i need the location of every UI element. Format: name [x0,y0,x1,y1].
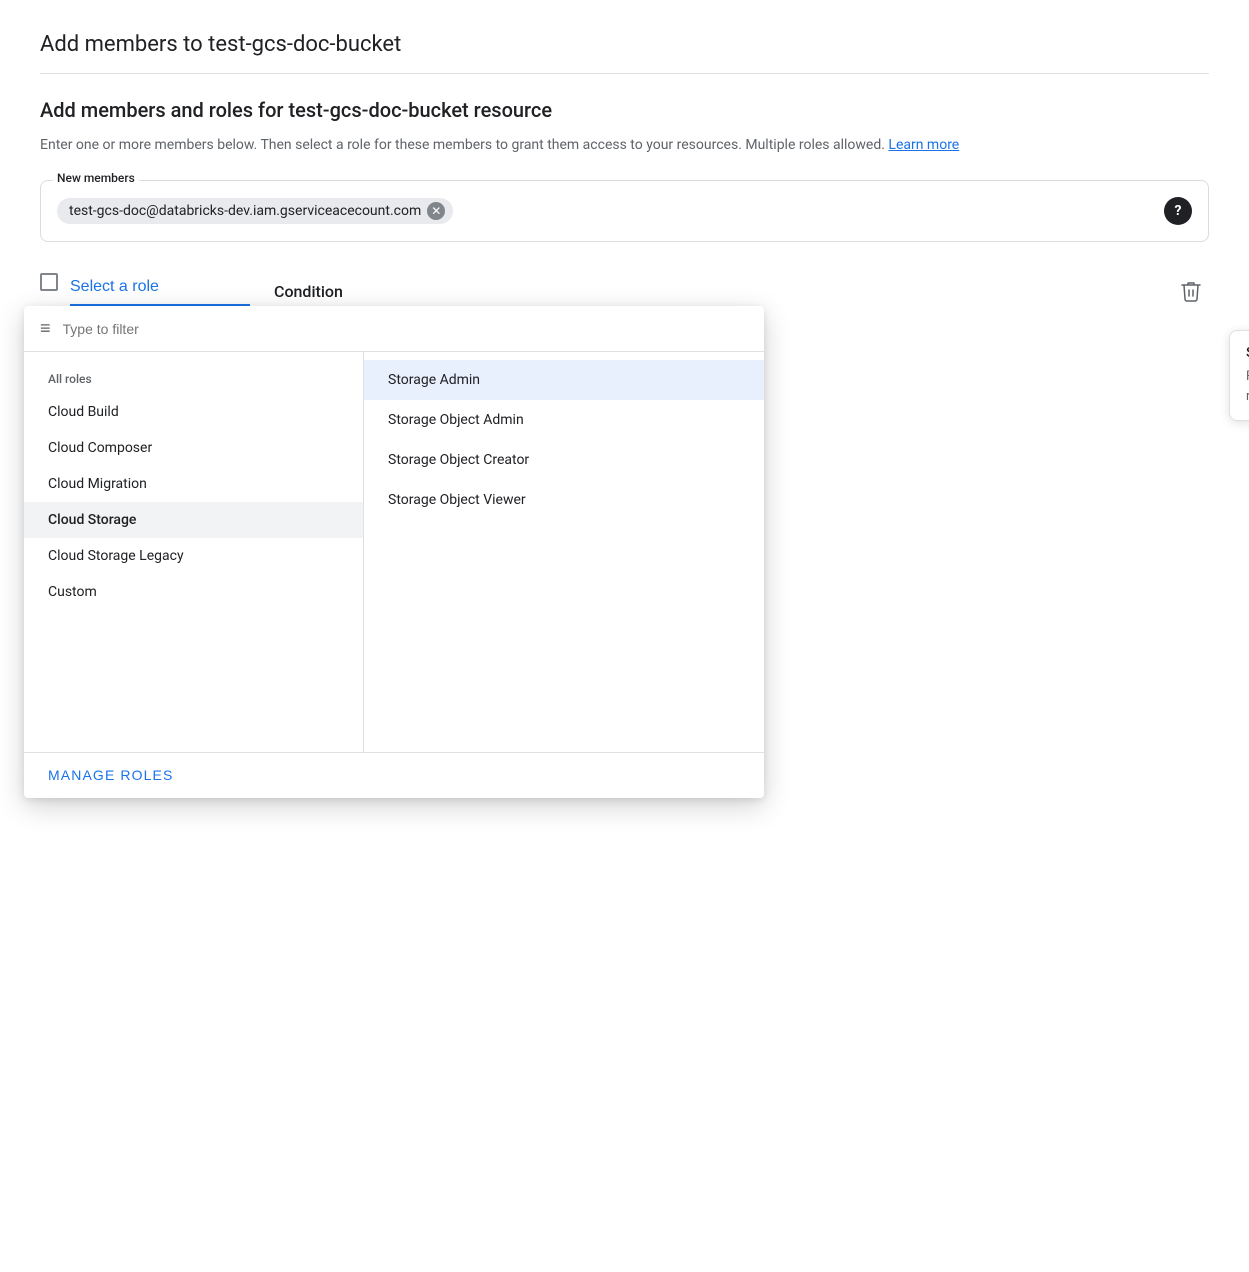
members-label: New members [53,171,139,185]
members-input-row: test-gcs-doc@databricks-dev.iam.gservice… [57,197,1192,225]
member-chip: test-gcs-doc@databricks-dev.iam.gservice… [57,198,453,224]
sidebar-item-cloud-migration[interactable]: Cloud Migration [24,466,363,502]
help-icon[interactable]: ? [1164,197,1192,225]
role-row: Select a role ≡ All roles Cloud Build Cl… [40,270,1209,314]
manage-roles-button[interactable]: MANAGE ROLES [48,767,173,783]
sidebar-item-cloud-storage-legacy[interactable]: Cloud Storage Legacy [24,538,363,574]
select-role-button[interactable]: Select a role [70,270,250,306]
filter-icon: ≡ [40,318,51,339]
delete-button[interactable] [1173,272,1209,314]
chip-close-button[interactable]: ✕ [427,202,445,220]
right-panel: Storage Admin Storage Object Admin Stora… [364,352,764,752]
sidebar-item-custom[interactable]: Custom [24,574,363,610]
page-title: Add members to test-gcs-doc-bucket [40,32,1209,74]
role-item-storage-object-creator[interactable]: Storage Object Creator [364,440,764,480]
learn-more-link[interactable]: Learn more [888,137,959,153]
members-section: New members test-gcs-doc@databricks-dev.… [40,180,1209,242]
role-dropdown: ≡ All roles Cloud Build Cloud Composer C… [24,306,764,798]
sidebar-item-cloud-composer[interactable]: Cloud Composer [24,430,363,466]
dropdown-body: All roles Cloud Build Cloud Composer Clo… [24,352,764,752]
left-panel: All roles Cloud Build Cloud Composer Clo… [24,352,364,752]
filter-input[interactable] [63,321,748,337]
role-item-storage-admin[interactable]: Storage Admin [364,360,764,400]
condition-label: Condition [274,274,343,309]
section-title: Add members and roles for test-gcs-doc-b… [40,98,1209,122]
sidebar-item-cloud-build[interactable]: Cloud Build [24,394,363,430]
description-text: Enter one or more members below. Then se… [40,134,1209,156]
sidebar-item-cloud-storage[interactable]: Cloud Storage [24,502,363,538]
chip-email: test-gcs-doc@databricks-dev.iam.gservice… [69,203,421,219]
role-tooltip: Storage Admin Full control of GCS resour… [1229,330,1249,421]
filter-row: ≡ [24,306,764,352]
role-item-storage-object-admin[interactable]: Storage Object Admin [364,400,764,440]
role-item-storage-object-viewer[interactable]: Storage Object Viewer [364,480,764,520]
all-roles-label: All roles [24,364,363,394]
checkbox-area: Select a role [40,270,250,306]
checkbox[interactable] [40,273,58,291]
select-role-wrapper: Select a role ≡ All roles Cloud Build Cl… [40,270,250,314]
manage-roles-row: MANAGE ROLES [24,752,764,798]
